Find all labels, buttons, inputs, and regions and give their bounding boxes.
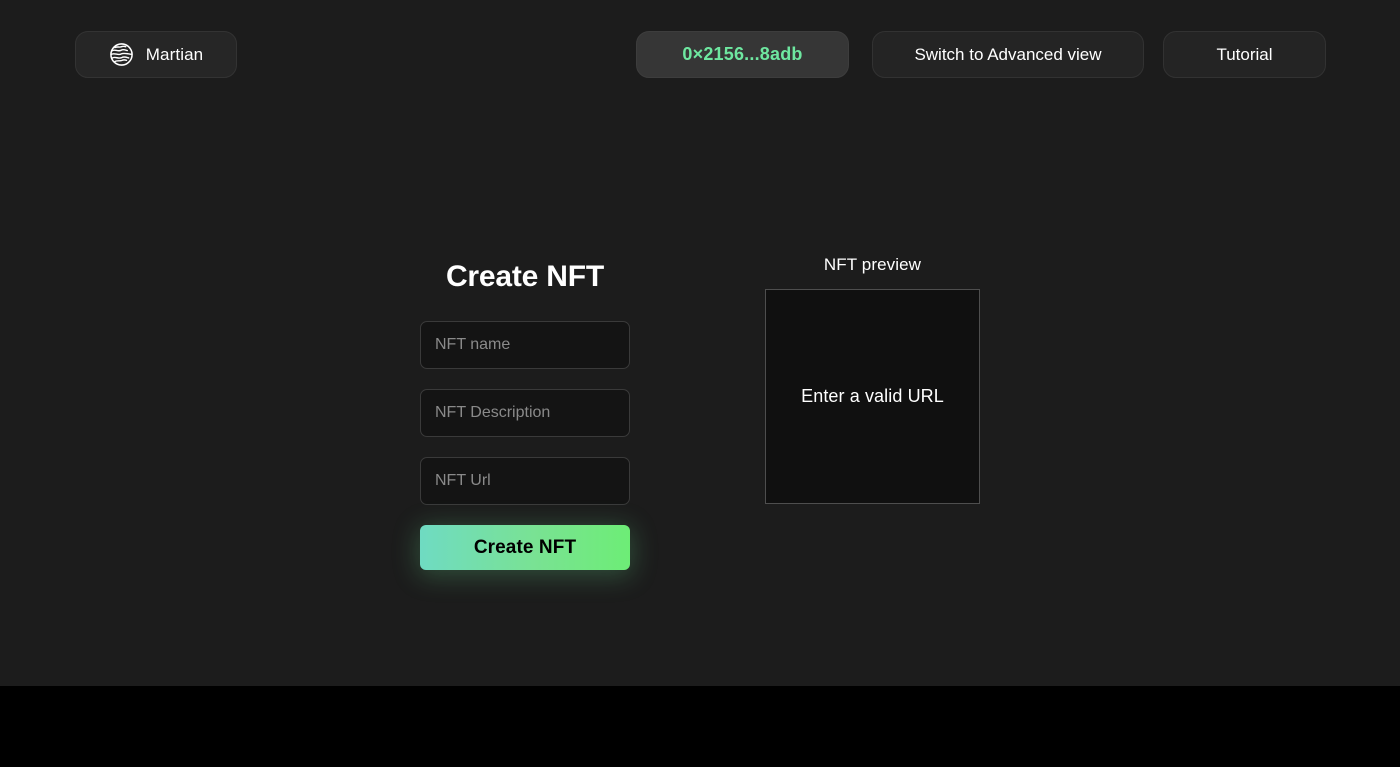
page-title: Create NFT — [420, 260, 630, 294]
nft-url-input[interactable] — [420, 457, 630, 505]
globe-icon — [109, 42, 134, 67]
wallet-address-label: 0×2156...8adb — [682, 44, 802, 65]
create-nft-panel: Create NFT Create NFT — [420, 260, 630, 570]
site-footer: Martian Wallet NFT Minting Docs Copyrigh… — [0, 686, 1400, 767]
nft-preview-panel: NFT preview Enter a valid URL — [765, 255, 980, 504]
nft-preview-title: NFT preview — [765, 255, 980, 275]
nft-name-input[interactable] — [420, 321, 630, 369]
top-header: Martian 0×2156...8adb Switch to Advanced… — [0, 0, 1400, 110]
create-nft-button[interactable]: Create NFT — [420, 525, 630, 570]
wallet-address-button[interactable]: 0×2156...8adb — [636, 31, 849, 78]
nft-description-input[interactable] — [420, 389, 630, 437]
tutorial-label: Tutorial — [1216, 45, 1272, 65]
tutorial-button[interactable]: Tutorial — [1163, 31, 1326, 78]
brand-button[interactable]: Martian — [75, 31, 237, 78]
main-content: Create NFT Create NFT NFT preview Enter … — [0, 110, 1400, 686]
switch-to-advanced-view-button[interactable]: Switch to Advanced view — [872, 31, 1144, 78]
nft-preview-empty-message: Enter a valid URL — [801, 386, 944, 407]
switch-to-advanced-view-label: Switch to Advanced view — [914, 45, 1101, 65]
brand-label: Martian — [146, 45, 203, 65]
nft-preview-box: Enter a valid URL — [765, 289, 980, 504]
